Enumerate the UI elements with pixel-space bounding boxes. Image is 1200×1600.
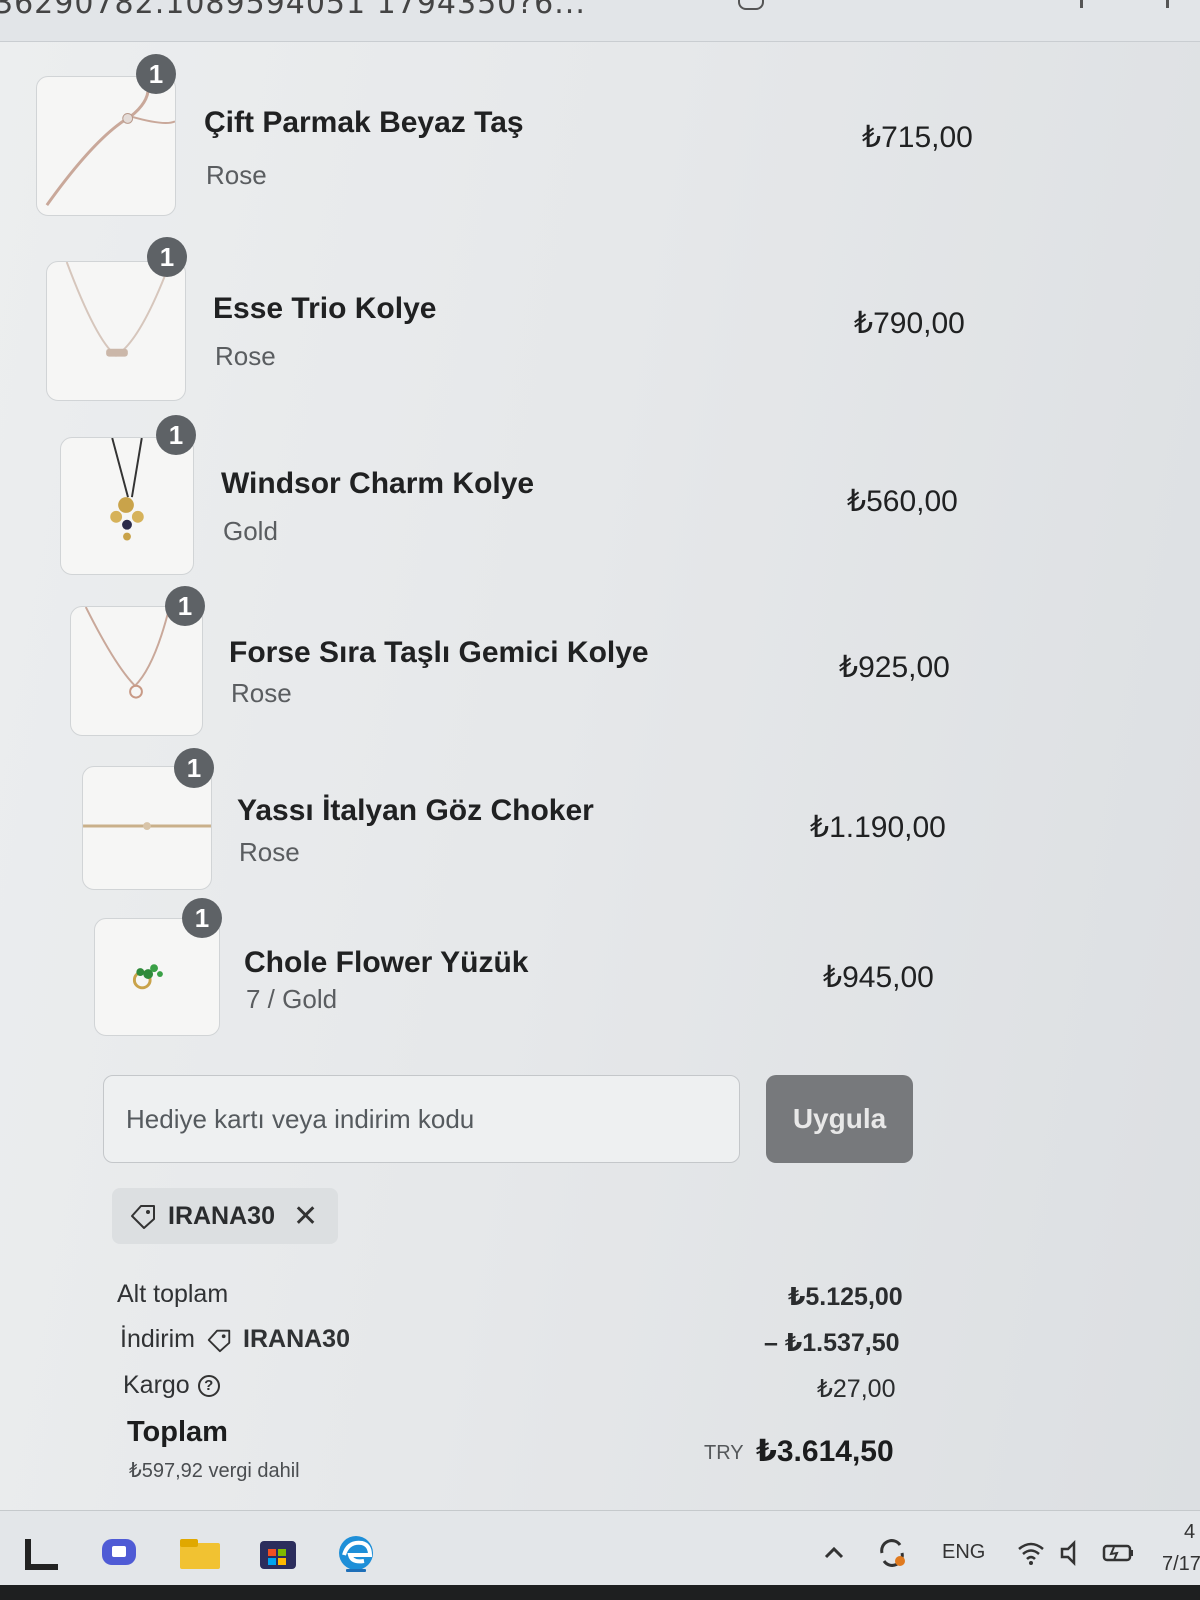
- cart-item: 1 Esse Trio Kolye Rose ₺790,00: [46, 237, 976, 411]
- applied-code-chip: IRANA30 ✕: [112, 1188, 338, 1244]
- remove-code-icon[interactable]: ✕: [293, 1199, 318, 1234]
- item-name: Yassı İtalyan Göz Choker: [237, 794, 594, 827]
- discount-label: İndirim: [120, 1325, 196, 1353]
- teams-icon[interactable]: [98, 1533, 142, 1573]
- tag-icon: [207, 1329, 231, 1352]
- charm-necklace-image: [60, 437, 194, 575]
- item-name: Forse Sıra Taşlı Gemici Kolye: [229, 636, 649, 669]
- cart-item: 1 Yassı İtalyan Göz Choker Rose ₺1.190,0…: [82, 748, 946, 916]
- tax-note: ₺597,92 vergi dahil: [129, 1460, 300, 1482]
- bookmark-icon[interactable]: [738, 0, 764, 10]
- snip-tool-icon[interactable]: [22, 1533, 66, 1573]
- item-name: Windsor Charm Kolye: [221, 467, 535, 500]
- subtotal-value: ₺5.125,00: [788, 1283, 903, 1311]
- item-price: ₺925,00: [839, 651, 950, 684]
- item-name: Çift Parmak Beyaz Taş: [204, 106, 524, 139]
- clock-time[interactable]: 4: [1184, 1521, 1195, 1544]
- clock-date[interactable]: 7/17: [1162, 1553, 1200, 1576]
- item-name: Esse Trio Kolye: [213, 292, 437, 325]
- quantity-badge: 1: [147, 237, 187, 277]
- file-explorer-icon[interactable]: [178, 1533, 222, 1573]
- toolbar-icon[interactable]: [1080, 0, 1094, 8]
- discount-row: İndirim IRANA30: [120, 1325, 350, 1354]
- item-variant: Gold: [223, 516, 278, 546]
- item-price: ₺560,00: [847, 485, 958, 518]
- total-label: Toplam: [127, 1416, 228, 1448]
- item-price: ₺790,00: [854, 307, 965, 340]
- screen-bezel: [0, 1585, 1200, 1600]
- quantity-badge: 1: [174, 748, 214, 788]
- item-variant: Rose: [239, 837, 300, 867]
- item-variant: Rose: [231, 678, 292, 708]
- menu-icon[interactable]: [1166, 0, 1180, 8]
- chevron-up-icon[interactable]: [820, 1533, 848, 1573]
- volume-icon[interactable]: [1058, 1533, 1084, 1573]
- browser-address-bar[interactable]: 36290782.1089594051 1794350?6...: [0, 0, 1200, 42]
- store-icon[interactable]: [256, 1533, 300, 1573]
- edge-browser-icon[interactable]: [334, 1533, 378, 1573]
- tag-icon: [131, 1205, 155, 1229]
- item-name: Chole Flower Yüzük: [244, 946, 529, 979]
- wifi-icon[interactable]: [1016, 1533, 1046, 1573]
- item-price: ₺1.190,00: [810, 811, 946, 844]
- quantity-badge: 1: [182, 898, 222, 938]
- checkout-page: 36290782.1089594051 1794350?6... 1 Çift …: [0, 0, 1200, 1510]
- discount-code-input[interactable]: Hediye kartı veya indirim kodu: [103, 1075, 740, 1163]
- applied-code: IRANA30: [168, 1201, 275, 1230]
- help-icon[interactable]: ?: [197, 1374, 220, 1397]
- cart-item: 1 Windsor Charm Kolye Gold ₺560,00: [60, 415, 960, 587]
- quantity-badge: 1: [136, 54, 176, 94]
- discount-code-placeholder: Hediye kartı veya indirim kodu: [126, 1104, 475, 1134]
- quantity-badge: 1: [165, 586, 205, 626]
- total-value: ₺3.614,50: [756, 1435, 894, 1468]
- quantity-badge: 1: [156, 415, 196, 455]
- subtotal-label: Alt toplam: [117, 1280, 229, 1308]
- language-indicator[interactable]: ENG: [942, 1541, 985, 1564]
- address-url[interactable]: 36290782.1089594051 1794350?6...: [0, 0, 586, 21]
- item-variant: Rose: [206, 160, 267, 190]
- apply-discount-button[interactable]: Uygula: [766, 1075, 913, 1163]
- item-variant: 7 / Gold: [246, 984, 338, 1014]
- currency-code: TRY: [704, 1442, 744, 1464]
- necklace-image: [46, 261, 186, 401]
- cart-item: 1 Chole Flower Yüzük 7 / Gold ₺945,00: [94, 898, 934, 1068]
- hand-chain-image: [36, 76, 176, 216]
- discount-value: – ₺1.537,50: [764, 1329, 900, 1357]
- sync-icon[interactable]: [874, 1533, 910, 1573]
- cart-item: 1 Çift Parmak Beyaz Taş Rose ₺715,00: [36, 54, 976, 226]
- discount-code: IRANA30: [243, 1325, 350, 1353]
- cart-item: 1 Forse Sıra Taşlı Gemici Kolye Rose ₺92…: [70, 586, 950, 756]
- item-price: ₺945,00: [823, 961, 934, 994]
- item-price: ₺715,00: [862, 121, 973, 154]
- shipping-value: ₺27,00: [817, 1375, 896, 1403]
- shipping-label: Kargo: [123, 1371, 190, 1399]
- battery-icon[interactable]: [1100, 1533, 1136, 1573]
- item-variant: Rose: [215, 341, 276, 371]
- shipping-row: Kargo ?: [123, 1371, 220, 1400]
